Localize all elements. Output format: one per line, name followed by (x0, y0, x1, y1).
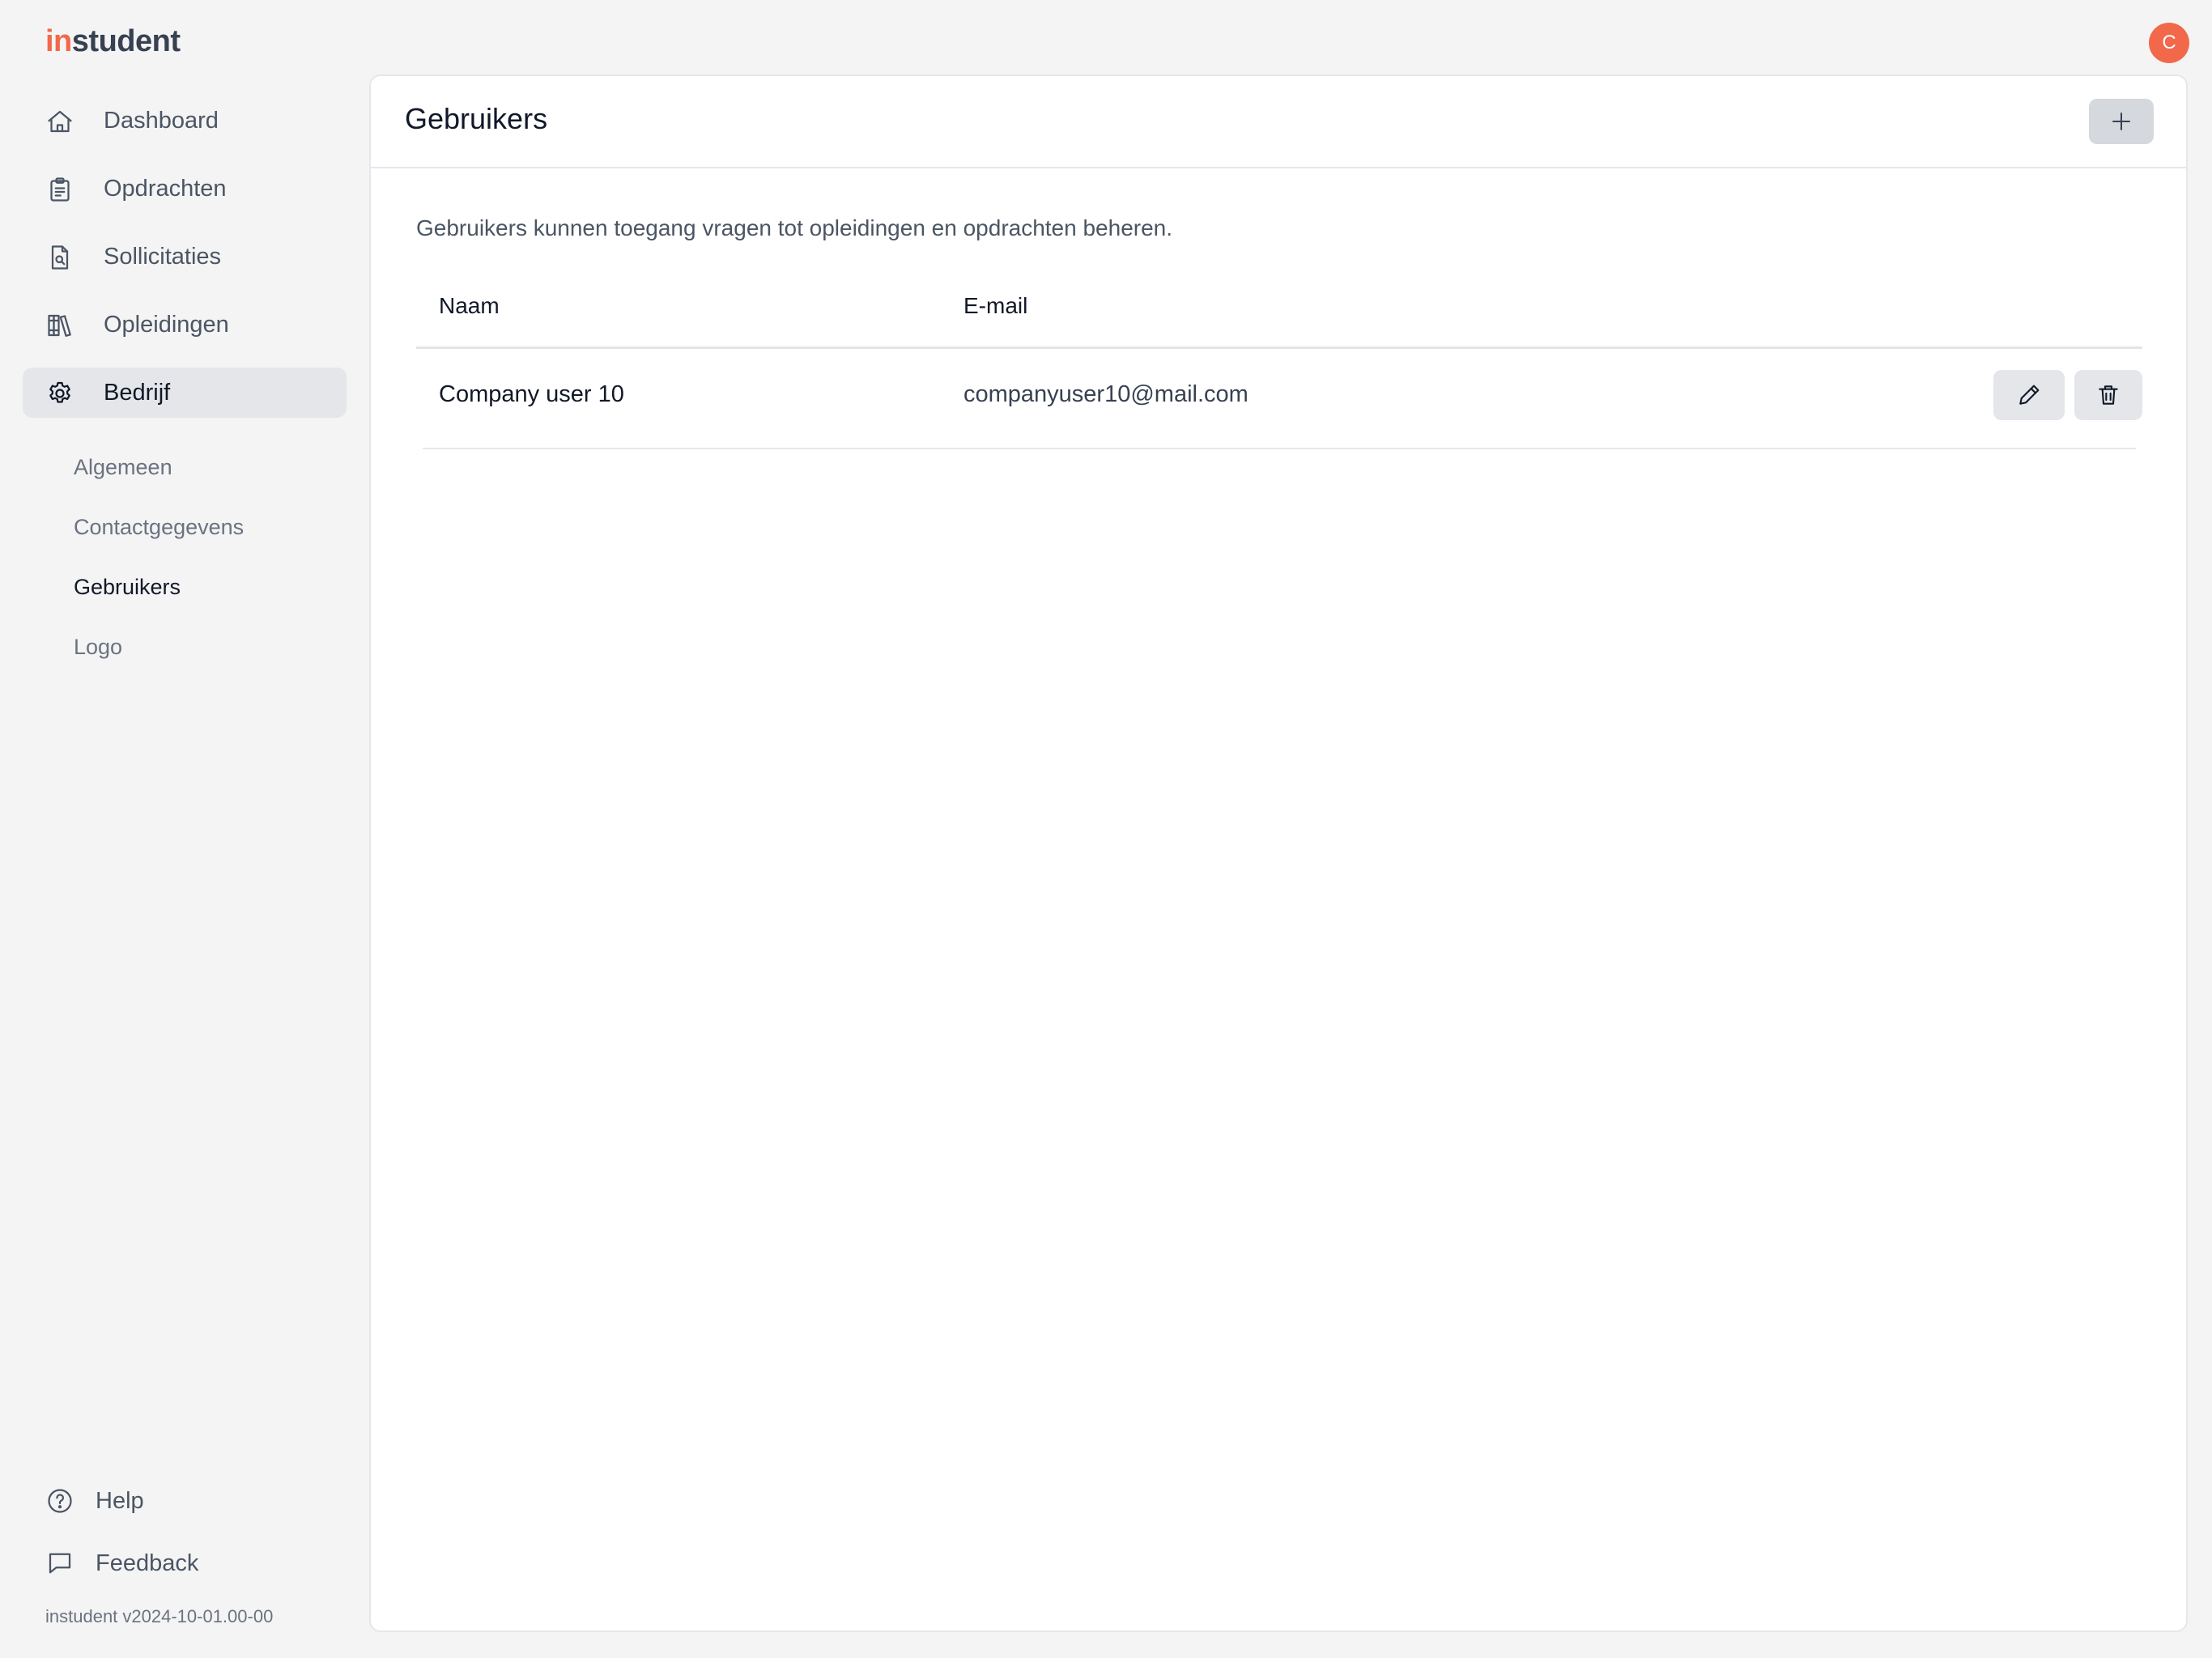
plus-icon (2112, 113, 2130, 130)
sidebar-item-label: Opdrachten (104, 175, 227, 202)
app-logo[interactable]: instudent (45, 24, 181, 59)
page-title: Gebruikers (405, 102, 548, 135)
column-header-email: E-mail (963, 293, 1028, 318)
pencil-icon (2019, 385, 2040, 405)
sidebar-item-label: Bedrijf (104, 379, 171, 406)
sidebar-item-sollicitaties[interactable]: Sollicitaties (23, 232, 347, 282)
add-user-button[interactable] (2089, 99, 2154, 144)
main-panel: Gebruikers Gebruikers kunnen toegang vra… (369, 74, 2188, 1632)
subnav-item-algemeen[interactable]: Algemeen (74, 455, 172, 480)
document-search-icon (45, 243, 74, 272)
feedback-link[interactable]: Feedback (45, 1547, 198, 1579)
subnav-item-contactgegevens[interactable]: Contactgegevens (74, 515, 244, 540)
avatar[interactable]: C (2149, 23, 2189, 63)
clipboard-icon (45, 175, 74, 204)
delete-user-button[interactable] (2074, 370, 2142, 420)
logo-suffix: student (71, 24, 181, 58)
help-label: Help (96, 1487, 144, 1514)
sidebar-item-label: Sollicitaties (104, 243, 222, 270)
table-row: Company user 10 companyuser10@mail.com (423, 349, 2142, 449)
sidebar: instudent Dashboard Opdrachten Sollicita… (0, 0, 369, 1658)
column-header-naam: Naam (439, 293, 500, 318)
sidebar-item-opleidingen[interactable]: Opleidingen (23, 300, 347, 350)
trash-icon (2099, 385, 2118, 405)
subnav-item-gebruikers[interactable]: Gebruikers (74, 575, 181, 600)
question-circle-icon (45, 1486, 74, 1516)
sidebar-item-label: Opleidingen (104, 311, 229, 338)
gear-icon (45, 379, 74, 408)
panel-header: Gebruikers (371, 76, 2186, 168)
sidebar-item-bedrijf[interactable]: Bedrijf (23, 368, 347, 418)
sidebar-item-dashboard[interactable]: Dashboard (23, 96, 347, 146)
user-email-cell: companyuser10@mail.com (963, 381, 1249, 407)
logo-prefix: in (45, 24, 72, 58)
feedback-label: Feedback (96, 1550, 199, 1576)
edit-user-button[interactable] (1993, 370, 2065, 420)
sidebar-item-opdrachten[interactable]: Opdrachten (23, 164, 347, 214)
sidebar-item-label: Dashboard (104, 107, 219, 134)
app-version: instudent v2024-10-01.00-00 (45, 1606, 274, 1626)
chat-bubble-icon (45, 1549, 74, 1578)
books-icon (45, 311, 74, 340)
page-description: Gebruikers kunnen toegang vragen tot opl… (416, 215, 1173, 240)
user-name-cell: Company user 10 (439, 381, 624, 407)
home-icon (45, 107, 74, 136)
subnav-item-logo[interactable]: Logo (74, 635, 122, 660)
help-link[interactable]: Help (45, 1485, 144, 1517)
